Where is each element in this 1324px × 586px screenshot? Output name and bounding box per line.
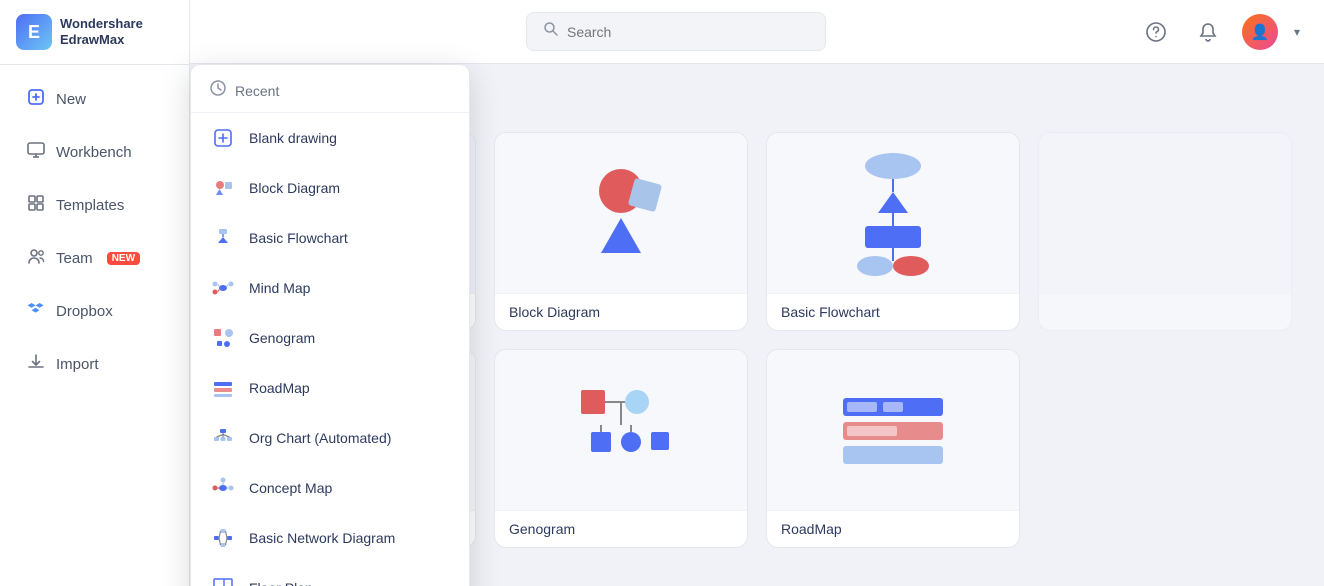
dropdown-item-genogram[interactable]: Genogram — [191, 313, 469, 363]
sidebar-item-import-label: Import — [56, 356, 99, 373]
concept-map-icon — [209, 474, 237, 502]
dropdown-item-blank-label: Blank drawing — [249, 130, 337, 146]
sidebar-item-workbench-label: Workbench — [56, 144, 132, 161]
basic-network-icon — [209, 524, 237, 552]
dropdown-item-floor-plan-label: Floor Plan — [249, 580, 313, 586]
basic-flowchart-icon — [209, 224, 237, 252]
dropdown-item-block-diagram-label: Block Diagram — [249, 180, 340, 196]
sidebar-item-workbench[interactable]: Workbench — [8, 128, 181, 177]
card-block-diagram[interactable]: Block Diagram — [494, 132, 748, 331]
genogram-svg — [561, 370, 681, 490]
grid-icon — [26, 193, 46, 218]
recent-icon — [209, 79, 227, 102]
card-block-diagram-image — [495, 133, 747, 293]
app-name: Wondershare EdrawMax — [60, 16, 143, 47]
card-genogram-label: Genogram — [495, 510, 747, 547]
card-extra-image — [1039, 133, 1291, 293]
card-genogram-image — [495, 350, 747, 510]
search-bar[interactable] — [526, 12, 826, 51]
sidebar-item-team-label: Team — [56, 250, 93, 267]
dropdown-menu: Recent Blank drawing Block Diagram Basic… — [190, 64, 470, 586]
flowchart-svg — [833, 148, 953, 278]
dropdown-item-concept-map[interactable]: Concept Map — [191, 463, 469, 513]
dropdown-item-basic-flowchart-label: Basic Flowchart — [249, 230, 348, 246]
team-new-badge: NEW — [107, 252, 140, 265]
dropdown-item-mind-map-label: Mind Map — [249, 280, 310, 296]
logo-icon: E — [16, 14, 52, 50]
dropdown-item-basic-flowchart[interactable]: Basic Flowchart — [191, 213, 469, 263]
dropdown-item-concept-map-label: Concept Map — [249, 480, 332, 496]
search-input[interactable] — [567, 24, 809, 40]
block-diagram-svg — [561, 153, 681, 273]
header-right: 👤 ▾ — [1138, 14, 1300, 50]
avatar-caret-icon[interactable]: ▾ — [1294, 25, 1300, 39]
card-basic-flowchart-label: Basic Flowchart — [767, 293, 1019, 330]
dropdown-item-basic-network[interactable]: Basic Network Diagram — [191, 513, 469, 563]
monitor-icon — [26, 140, 46, 165]
card-roadmap-image — [767, 350, 1019, 510]
org-chart-icon — [209, 424, 237, 452]
roadmap-icon — [209, 374, 237, 402]
users-icon — [26, 246, 46, 271]
app-logo: E Wondershare EdrawMax — [0, 0, 189, 65]
help-button[interactable] — [1138, 14, 1174, 50]
floor-plan-icon — [209, 574, 237, 586]
card-basic-flowchart[interactable]: Basic Flowchart — [766, 132, 1020, 331]
card-roadmap-label: RoadMap — [767, 510, 1019, 547]
dropdown-item-roadmap-label: RoadMap — [249, 380, 310, 396]
dropdown-item-org-chart-label: Org Chart (Automated) — [249, 430, 391, 446]
sidebar-item-import[interactable]: Import — [8, 340, 181, 389]
dropdown-item-mind-map[interactable]: Mind Map — [191, 263, 469, 313]
search-icon — [543, 21, 559, 42]
sidebar-item-team[interactable]: Team NEW — [8, 234, 181, 283]
dropdown-header: Recent — [191, 65, 469, 113]
dropdown-header-label: Recent — [235, 83, 279, 99]
dropdown-item-roadmap[interactable]: RoadMap — [191, 363, 469, 413]
sidebar-item-dropbox[interactable]: Dropbox — [8, 287, 181, 336]
dropdown-item-block-diagram[interactable]: Block Diagram — [191, 163, 469, 213]
blank-drawing-icon — [209, 124, 237, 152]
block-diagram-icon — [209, 174, 237, 202]
roadmap-svg — [833, 370, 953, 490]
sidebar-item-dropbox-label: Dropbox — [56, 303, 113, 320]
mind-map-icon — [209, 274, 237, 302]
dropdown-item-org-chart[interactable]: Org Chart (Automated) — [191, 413, 469, 463]
sidebar-nav: New Workbench Templates Team NEW Dropb — [0, 65, 189, 586]
download-icon — [26, 352, 46, 377]
header: 👤 ▾ — [190, 0, 1324, 64]
sidebar-item-new-label: New — [56, 91, 86, 108]
plus-square-icon — [26, 87, 46, 112]
card-extra-label — [1039, 293, 1291, 314]
card-extra[interactable] — [1038, 132, 1292, 331]
card-genogram[interactable]: Genogram — [494, 349, 748, 548]
avatar[interactable]: 👤 — [1242, 14, 1278, 50]
genogram-icon — [209, 324, 237, 352]
card-block-diagram-label: Block Diagram — [495, 293, 747, 330]
dropdown-item-genogram-label: Genogram — [249, 330, 315, 346]
notification-button[interactable] — [1190, 14, 1226, 50]
dropdown-item-floor-plan[interactable]: Floor Plan — [191, 563, 469, 586]
dropbox-icon — [26, 299, 46, 324]
sidebar-item-templates-label: Templates — [56, 197, 124, 214]
card-roadmap[interactable]: RoadMap — [766, 349, 1020, 548]
sidebar: E Wondershare EdrawMax New Workbench Tem… — [0, 0, 190, 586]
sidebar-item-new[interactable]: New — [8, 75, 181, 124]
dropdown-item-blank[interactable]: Blank drawing — [191, 113, 469, 163]
dropdown-item-basic-network-label: Basic Network Diagram — [249, 530, 395, 546]
sidebar-item-templates[interactable]: Templates — [8, 181, 181, 230]
card-basic-flowchart-image — [767, 133, 1019, 293]
